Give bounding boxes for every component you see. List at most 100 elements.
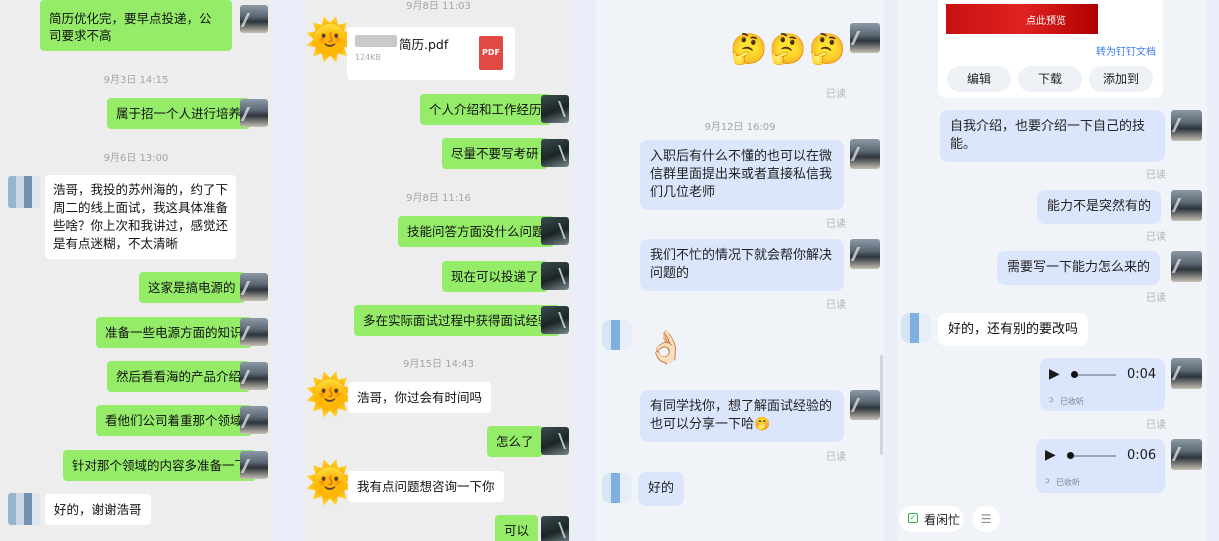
free-busy-button[interactable]: ✓ 看闲忙 [899, 506, 964, 532]
avatar[interactable] [8, 176, 40, 208]
blurred-filename [355, 35, 397, 47]
avatar[interactable] [541, 262, 569, 290]
avatar[interactable] [541, 306, 569, 334]
message-bubble[interactable]: 针对那个领域的内容多准备一下 [63, 450, 257, 481]
avatar[interactable] [1171, 439, 1202, 470]
message-bubble[interactable]: 能力不是突然有的 [1037, 190, 1162, 224]
message-bubble[interactable]: 个人介绍和工作经历 [420, 94, 551, 125]
avatar[interactable] [541, 217, 569, 245]
timestamp: 9月8日 11:16 [406, 193, 471, 204]
listened-status: 已收听 [1060, 397, 1084, 406]
avatar[interactable] [240, 5, 268, 33]
read-receipt: 已读 [826, 300, 846, 311]
message-bubble[interactable]: 怎么了 [487, 426, 543, 457]
read-receipt: 已读 [826, 219, 846, 230]
avatar[interactable] [1171, 190, 1202, 221]
chat-panel-2: 9月8日 11:03 🌞 简历.pdf 124KB PDF 个人介绍和工作经历 … [305, 0, 572, 541]
edit-button[interactable]: 编辑 [947, 66, 1011, 92]
add-to-button[interactable]: 添加到 [1089, 66, 1153, 92]
avatar[interactable] [850, 239, 880, 269]
message-bubble[interactable]: 好的，谢谢浩哥 [45, 494, 151, 525]
play-icon[interactable]: ▶ [1045, 447, 1056, 463]
preview-image[interactable]: 点此预览 [946, 4, 1098, 34]
avatar[interactable] [240, 318, 268, 346]
message-bubble[interactable]: 浩哥，我投的苏州海的，约了下周二的线上面试，我这具体准备些啥？你上次和我讲过，感… [45, 175, 236, 259]
file-name: 简历.pdf [399, 37, 449, 52]
timestamp: 9月15日 14:43 [402, 359, 475, 370]
emoji-message[interactable]: 🤔🤔🤔 [730, 32, 848, 68]
timestamp: 9月12日 16:09 [704, 122, 776, 133]
message-bubble[interactable]: 尽量不要写考研 [442, 138, 548, 169]
avatar[interactable] [240, 406, 268, 434]
scrollbar[interactable] [880, 355, 883, 455]
avatar[interactable] [901, 313, 931, 343]
play-icon[interactable]: ▶ [1049, 366, 1060, 382]
message-bubble[interactable]: 然后看看海的产品介绍 [107, 361, 251, 392]
message-bubble[interactable]: 准备一些电源方面的知识 [96, 317, 252, 348]
avatar[interactable] [850, 139, 880, 169]
message-bubble[interactable]: 现在可以投递了 [442, 261, 548, 292]
pdf-file-icon: PDF [479, 36, 503, 70]
voice-progress-bar[interactable] [1073, 374, 1116, 376]
avatar[interactable] [541, 95, 569, 123]
timestamp: 9月3日 14:15 [103, 75, 169, 86]
read-receipt: 已读 [826, 89, 846, 100]
voice-progress-bar[interactable] [1069, 455, 1116, 457]
message-bubble[interactable]: 我有点问题想咨询一下你 [348, 471, 504, 502]
message-bubble[interactable]: 看他们公司着重那个领域 [96, 405, 252, 436]
message-bubble[interactable]: 需要写一下能力怎么来的 [997, 251, 1161, 285]
message-bubble[interactable]: 我们不忙的情况下就会帮你解决问题的 [640, 239, 844, 291]
message-bubble[interactable]: 浩哥，你过会有时间吗 [348, 382, 492, 413]
voice-progress-handle[interactable] [1071, 371, 1078, 378]
read-receipt: 已读 [1146, 232, 1166, 243]
avatar[interactable] [8, 493, 40, 525]
avatar[interactable] [850, 390, 880, 420]
file-size: 124KB [355, 53, 382, 62]
avatar[interactable] [602, 320, 632, 350]
message-bubble[interactable]: 多在实际面试过程中获得面试经验 [354, 305, 560, 336]
message-bubble[interactable]: 可以 [495, 515, 539, 541]
avatar[interactable] [1171, 251, 1202, 282]
message-bubble[interactable]: 好的 [638, 472, 685, 506]
voice-duration: 0:06 [1127, 448, 1157, 463]
avatar[interactable] [240, 273, 268, 301]
chat-panel-1: 简历优化完，要早点投递，公司要求不高 9月3日 14:15 属于招一个人进行培养… [0, 0, 272, 541]
message-bubble[interactable]: 自我介绍，也要介绍一下自己的技能。 [940, 110, 1165, 162]
avatar[interactable] [850, 23, 880, 53]
message-bubble[interactable]: 技能问答方面没什么问题 [398, 216, 554, 247]
bottom-toolbar: ✓ 看闲忙 ☰ [897, 502, 1207, 541]
voice-message[interactable]: ▶ 0:04 已收听 ↄ [1040, 358, 1165, 411]
ear-icon: ↄ [1045, 476, 1050, 485]
download-button[interactable]: 下载 [1018, 66, 1082, 92]
read-receipt: 已读 [1146, 420, 1166, 431]
convert-link[interactable]: 转为钉钉文档 [1096, 43, 1156, 58]
avatar[interactable] [541, 516, 569, 541]
chat-panel-4: 点此预览 转为钉钉文档 编辑 下载 添加到 自我介绍，也要介绍一下自己的技能。 … [897, 0, 1207, 541]
message-bubble[interactable]: 有同学找你，想了解面试经验的也可以分享一下哈🤭 [640, 390, 844, 442]
avatar[interactable] [602, 473, 632, 503]
menu-icon[interactable]: ☰ [972, 506, 1000, 532]
voice-progress-handle[interactable] [1067, 452, 1074, 459]
free-busy-label: 看闲忙 [924, 513, 961, 527]
message-bubble[interactable]: 属于招一个人进行培养 [107, 98, 251, 129]
message-bubble[interactable]: 好的，还有别的要改吗 [938, 313, 1089, 346]
message-bubble[interactable]: 简历优化完，要早点投递，公司要求不高 [40, 0, 232, 51]
avatar[interactable] [541, 139, 569, 167]
avatar[interactable] [541, 427, 569, 455]
check-icon: ✓ [908, 513, 918, 523]
avatar[interactable] [240, 362, 268, 390]
avatar[interactable] [1171, 358, 1202, 389]
avatar[interactable] [1171, 110, 1202, 141]
chat-panel-3: 🤔🤔🤔 已读 9月12日 16:09 入职后有什么不懂的也可以在微信群里面提出来… [596, 0, 884, 541]
message-bubble[interactable]: 这家是搞电源的 [139, 272, 245, 303]
avatar[interactable] [240, 451, 268, 479]
listened-status: 已收听 [1056, 478, 1080, 487]
file-card[interactable]: 简历.pdf 124KB PDF [347, 27, 515, 80]
timestamp: 9月6日 13:00 [103, 153, 169, 164]
file-preview-card[interactable]: 点此预览 转为钉钉文档 编辑 下载 添加到 [938, 0, 1163, 98]
avatar[interactable] [240, 99, 268, 127]
read-receipt: 已读 [1146, 170, 1166, 181]
message-bubble[interactable]: 入职后有什么不懂的也可以在微信群里面提出来或者直接私信我们几位老师 [640, 140, 844, 210]
voice-message[interactable]: ▶ 0:06 已收听 ↄ [1036, 439, 1165, 493]
ok-hand-emoji[interactable]: 👌🏻 [646, 329, 688, 365]
